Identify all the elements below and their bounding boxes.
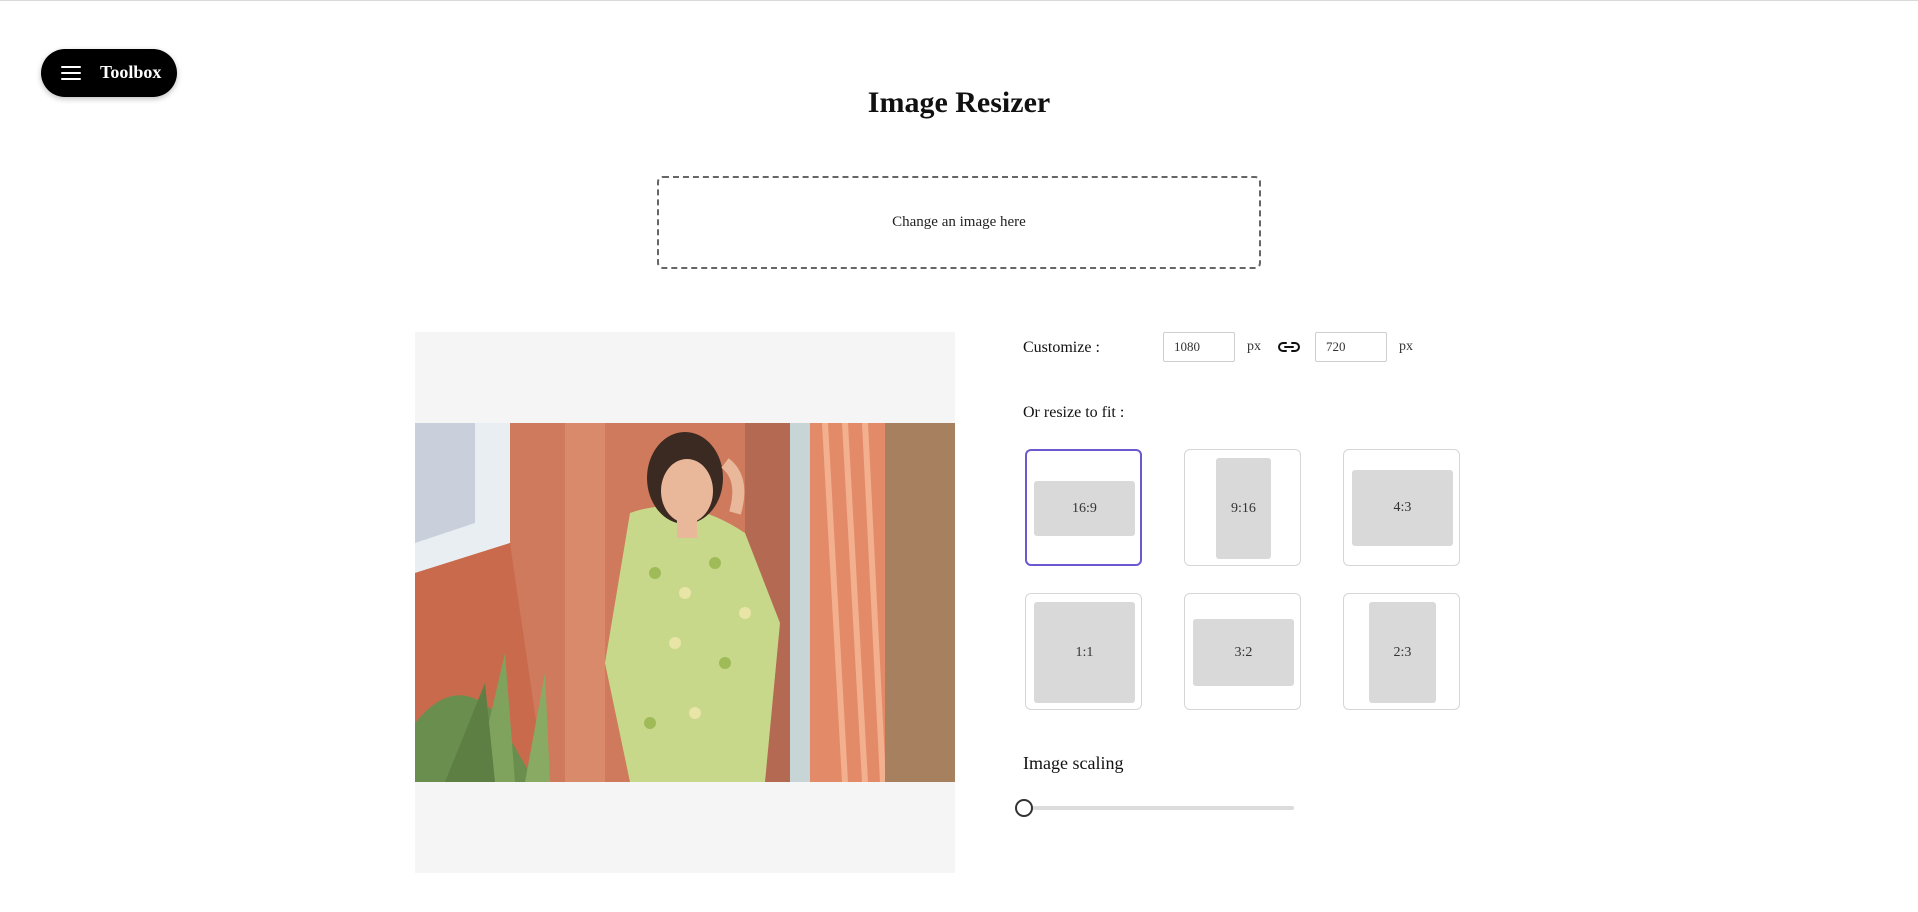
ratio-label: 2:3 xyxy=(1369,602,1436,703)
image-preview xyxy=(415,332,955,873)
link-aspect-ratio-icon[interactable] xyxy=(1277,339,1301,355)
preview-photo xyxy=(415,423,955,782)
drop-zone-prompt: Change an image here xyxy=(892,214,1026,230)
top-divider xyxy=(0,0,1918,1)
ratio-option-16-9[interactable]: 16:9 xyxy=(1025,449,1142,566)
ratio-label: 4:3 xyxy=(1352,470,1453,546)
ratio-label: 9:16 xyxy=(1216,458,1271,559)
ratio-option-3-2[interactable]: 3:2 xyxy=(1184,593,1301,710)
image-scaling-slider-track[interactable] xyxy=(1024,806,1294,810)
image-drop-zone[interactable]: Change an image here xyxy=(657,176,1261,269)
width-input[interactable] xyxy=(1163,332,1235,362)
customize-label: Customize : xyxy=(1023,339,1100,356)
resize-fit-label: Or resize to fit : xyxy=(1023,404,1125,421)
height-unit: px xyxy=(1399,339,1413,354)
image-scaling-label: Image scaling xyxy=(1023,753,1124,773)
ratio-label: 1:1 xyxy=(1034,602,1135,703)
toolbox-label: Toolbox xyxy=(100,62,162,82)
hamburger-menu-icon xyxy=(61,65,81,81)
height-input[interactable] xyxy=(1315,332,1387,362)
ratio-option-1-1[interactable]: 1:1 xyxy=(1025,593,1142,710)
image-scaling-slider-knob[interactable] xyxy=(1015,799,1033,817)
ratio-label: 3:2 xyxy=(1193,619,1294,686)
ratio-option-4-3[interactable]: 4:3 xyxy=(1343,449,1460,566)
page-title: Image Resizer xyxy=(867,86,1051,119)
ratio-label: 16:9 xyxy=(1034,481,1135,536)
ratio-option-9-16[interactable]: 9:16 xyxy=(1184,449,1301,566)
ratio-option-2-3[interactable]: 2:3 xyxy=(1343,593,1460,710)
width-unit: px xyxy=(1247,339,1261,354)
